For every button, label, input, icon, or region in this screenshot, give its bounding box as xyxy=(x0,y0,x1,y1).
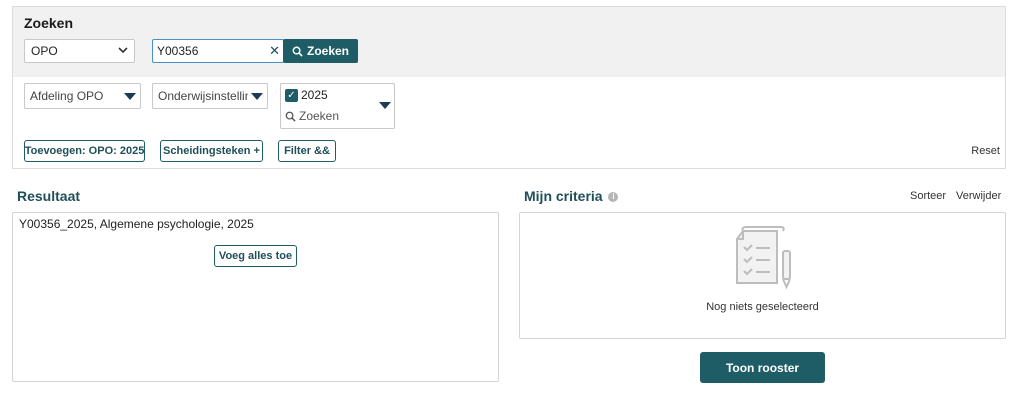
clipboard-checklist-icon xyxy=(736,226,791,290)
search-type-value: OPO xyxy=(31,44,58,58)
criteria-panel: Nog niets geselecteerd xyxy=(519,212,1006,339)
year-search[interactable]: Zoeken xyxy=(285,109,339,123)
info-icon[interactable]: i xyxy=(608,192,619,203)
show-schedule-button[interactable]: Toon rooster xyxy=(700,352,825,383)
search-icon xyxy=(285,111,296,122)
criteria-title-text: Mijn criteria xyxy=(524,188,603,204)
search-panel: Zoeken OPO ✕ Zoeken Afdeling OPO Onderwi… xyxy=(12,6,1006,169)
add-criteria-button[interactable]: Toevoegen: OPO: 2025 xyxy=(24,140,145,162)
checkbox-checked-icon[interactable]: ✓ xyxy=(285,89,298,102)
filter-button[interactable]: Filter && xyxy=(278,140,336,162)
search-input[interactable] xyxy=(153,40,267,62)
year-multiselect[interactable]: ✓ 2025 Zoeken xyxy=(280,83,395,129)
institution-dropdown[interactable]: Onderwijsinstelling xyxy=(152,83,268,109)
remove-link[interactable]: Verwijder xyxy=(956,190,1001,202)
criteria-title: Mijn criteria i xyxy=(524,188,619,204)
clear-icon[interactable]: ✕ xyxy=(269,43,280,59)
separator-button[interactable]: Scheidingsteken + xyxy=(160,140,263,162)
reset-link[interactable]: Reset xyxy=(971,145,1000,157)
department-dropdown[interactable]: Afdeling OPO xyxy=(24,83,141,109)
result-item[interactable]: Y00356_2025, Algemene psychologie, 2025 xyxy=(19,217,254,231)
search-top-bar: Zoeken OPO ✕ Zoeken xyxy=(13,7,1005,77)
search-title: Zoeken xyxy=(24,15,74,31)
add-all-button[interactable]: Voeg alles toe xyxy=(214,245,297,267)
results-panel: Y00356_2025, Algemene psychologie, 2025 xyxy=(12,212,499,382)
results-title: Resultaat xyxy=(17,188,81,204)
empty-state-text: Nog niets geselecteerd xyxy=(706,301,819,313)
search-button-label: Zoeken xyxy=(306,44,349,58)
triangle-down-icon[interactable] xyxy=(379,102,391,109)
triangle-down-icon xyxy=(124,92,136,100)
year-option-label: 2025 xyxy=(301,88,328,102)
search-type-select[interactable]: OPO xyxy=(24,39,135,63)
triangle-down-icon xyxy=(251,92,263,100)
institution-value: Onderwijsinstelling xyxy=(158,89,248,103)
department-value: Afdeling OPO xyxy=(30,89,104,103)
search-icon xyxy=(292,46,303,57)
chevron-down-icon xyxy=(118,46,128,57)
search-button[interactable]: Zoeken xyxy=(283,39,358,63)
year-search-placeholder: Zoeken xyxy=(299,109,340,123)
sort-link[interactable]: Sorteer xyxy=(910,190,946,202)
search-input-wrapper: ✕ xyxy=(152,39,284,63)
